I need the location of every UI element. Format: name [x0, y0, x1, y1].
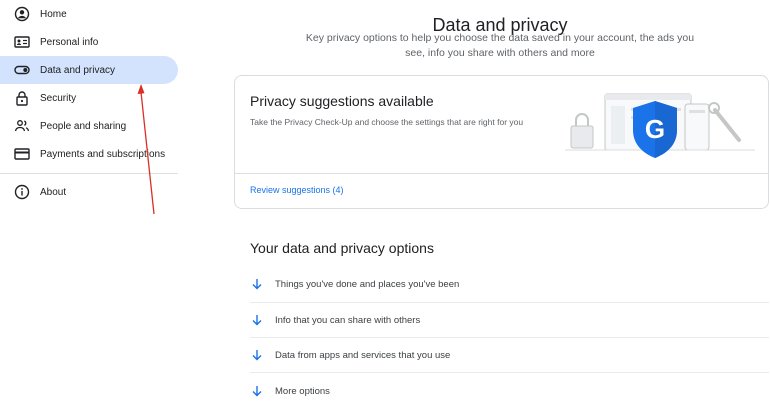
card-title: Privacy suggestions available — [250, 93, 434, 109]
home-icon — [14, 6, 30, 22]
option-label: More options — [275, 385, 330, 397]
option-label: Things you've done and places you've bee… — [275, 278, 460, 290]
arrow-down-icon — [250, 313, 264, 327]
privacy-suggestions-card: Privacy suggestions available Take the P… — [234, 75, 769, 209]
sidebar-item-payments-and-subscriptions[interactable]: Payments and subscriptions — [0, 140, 178, 168]
option-label: Info that you can share with others — [275, 314, 421, 326]
card-description: Take the Privacy Check-Up and choose the… — [250, 117, 524, 127]
privacy-checkup-illustration: G — [565, 86, 755, 168]
info-icon — [14, 184, 30, 200]
arrow-down-icon — [250, 277, 264, 291]
arrow-down-icon — [250, 348, 264, 362]
option-label: Data from apps and services that you use — [275, 349, 451, 361]
arrow-down-icon — [250, 384, 264, 398]
sidebar-item-label: About — [40, 186, 67, 198]
option-activity-and-places[interactable]: Things you've done and places you've bee… — [250, 267, 769, 301]
sidebar-item-label: People and sharing — [40, 120, 127, 132]
sidebar-item-label: Home — [40, 8, 67, 20]
people-icon — [14, 118, 30, 134]
sidebar-item-personal-info[interactable]: Personal info — [0, 28, 178, 56]
section-title: Your data and privacy options — [250, 240, 434, 256]
review-suggestions-link[interactable]: Review suggestions (4) — [250, 185, 344, 195]
sidebar-divider — [0, 173, 178, 174]
lock-icon — [14, 90, 30, 106]
wrench-illustration-icon — [708, 102, 741, 142]
page-subtitle: Key privacy options to help you choose t… — [305, 32, 695, 59]
sidebar-item-home[interactable]: Home — [0, 0, 178, 28]
card-divider — [235, 173, 768, 174]
phone-illustration-icon — [684, 103, 710, 151]
sidebar-item-data-and-privacy[interactable]: Data and privacy — [0, 56, 178, 84]
padlock-illustration-icon — [570, 113, 594, 149]
option-more-options[interactable]: More options — [250, 374, 769, 408]
sidebar-item-security[interactable]: Security — [0, 84, 178, 112]
sidebar-nav: Home Personal info Data and privacy Secu… — [0, 0, 182, 412]
sidebar-item-people-and-sharing[interactable]: People and sharing — [0, 112, 178, 140]
option-info-you-share[interactable]: Info that you can share with others — [250, 303, 769, 337]
shield-letter: G — [645, 114, 665, 144]
credit-card-icon — [14, 146, 30, 162]
sidebar-item-label: Payments and subscriptions — [40, 148, 166, 160]
toggle-icon — [14, 62, 30, 78]
sidebar-item-label: Data and privacy — [40, 64, 116, 76]
sidebar-item-label: Personal info — [40, 36, 99, 48]
sidebar-item-label: Security — [40, 92, 77, 104]
id-card-icon — [14, 34, 30, 50]
option-apps-and-services[interactable]: Data from apps and services that you use — [250, 338, 769, 372]
sidebar-item-about[interactable]: About — [0, 178, 178, 206]
option-divider — [250, 372, 769, 373]
